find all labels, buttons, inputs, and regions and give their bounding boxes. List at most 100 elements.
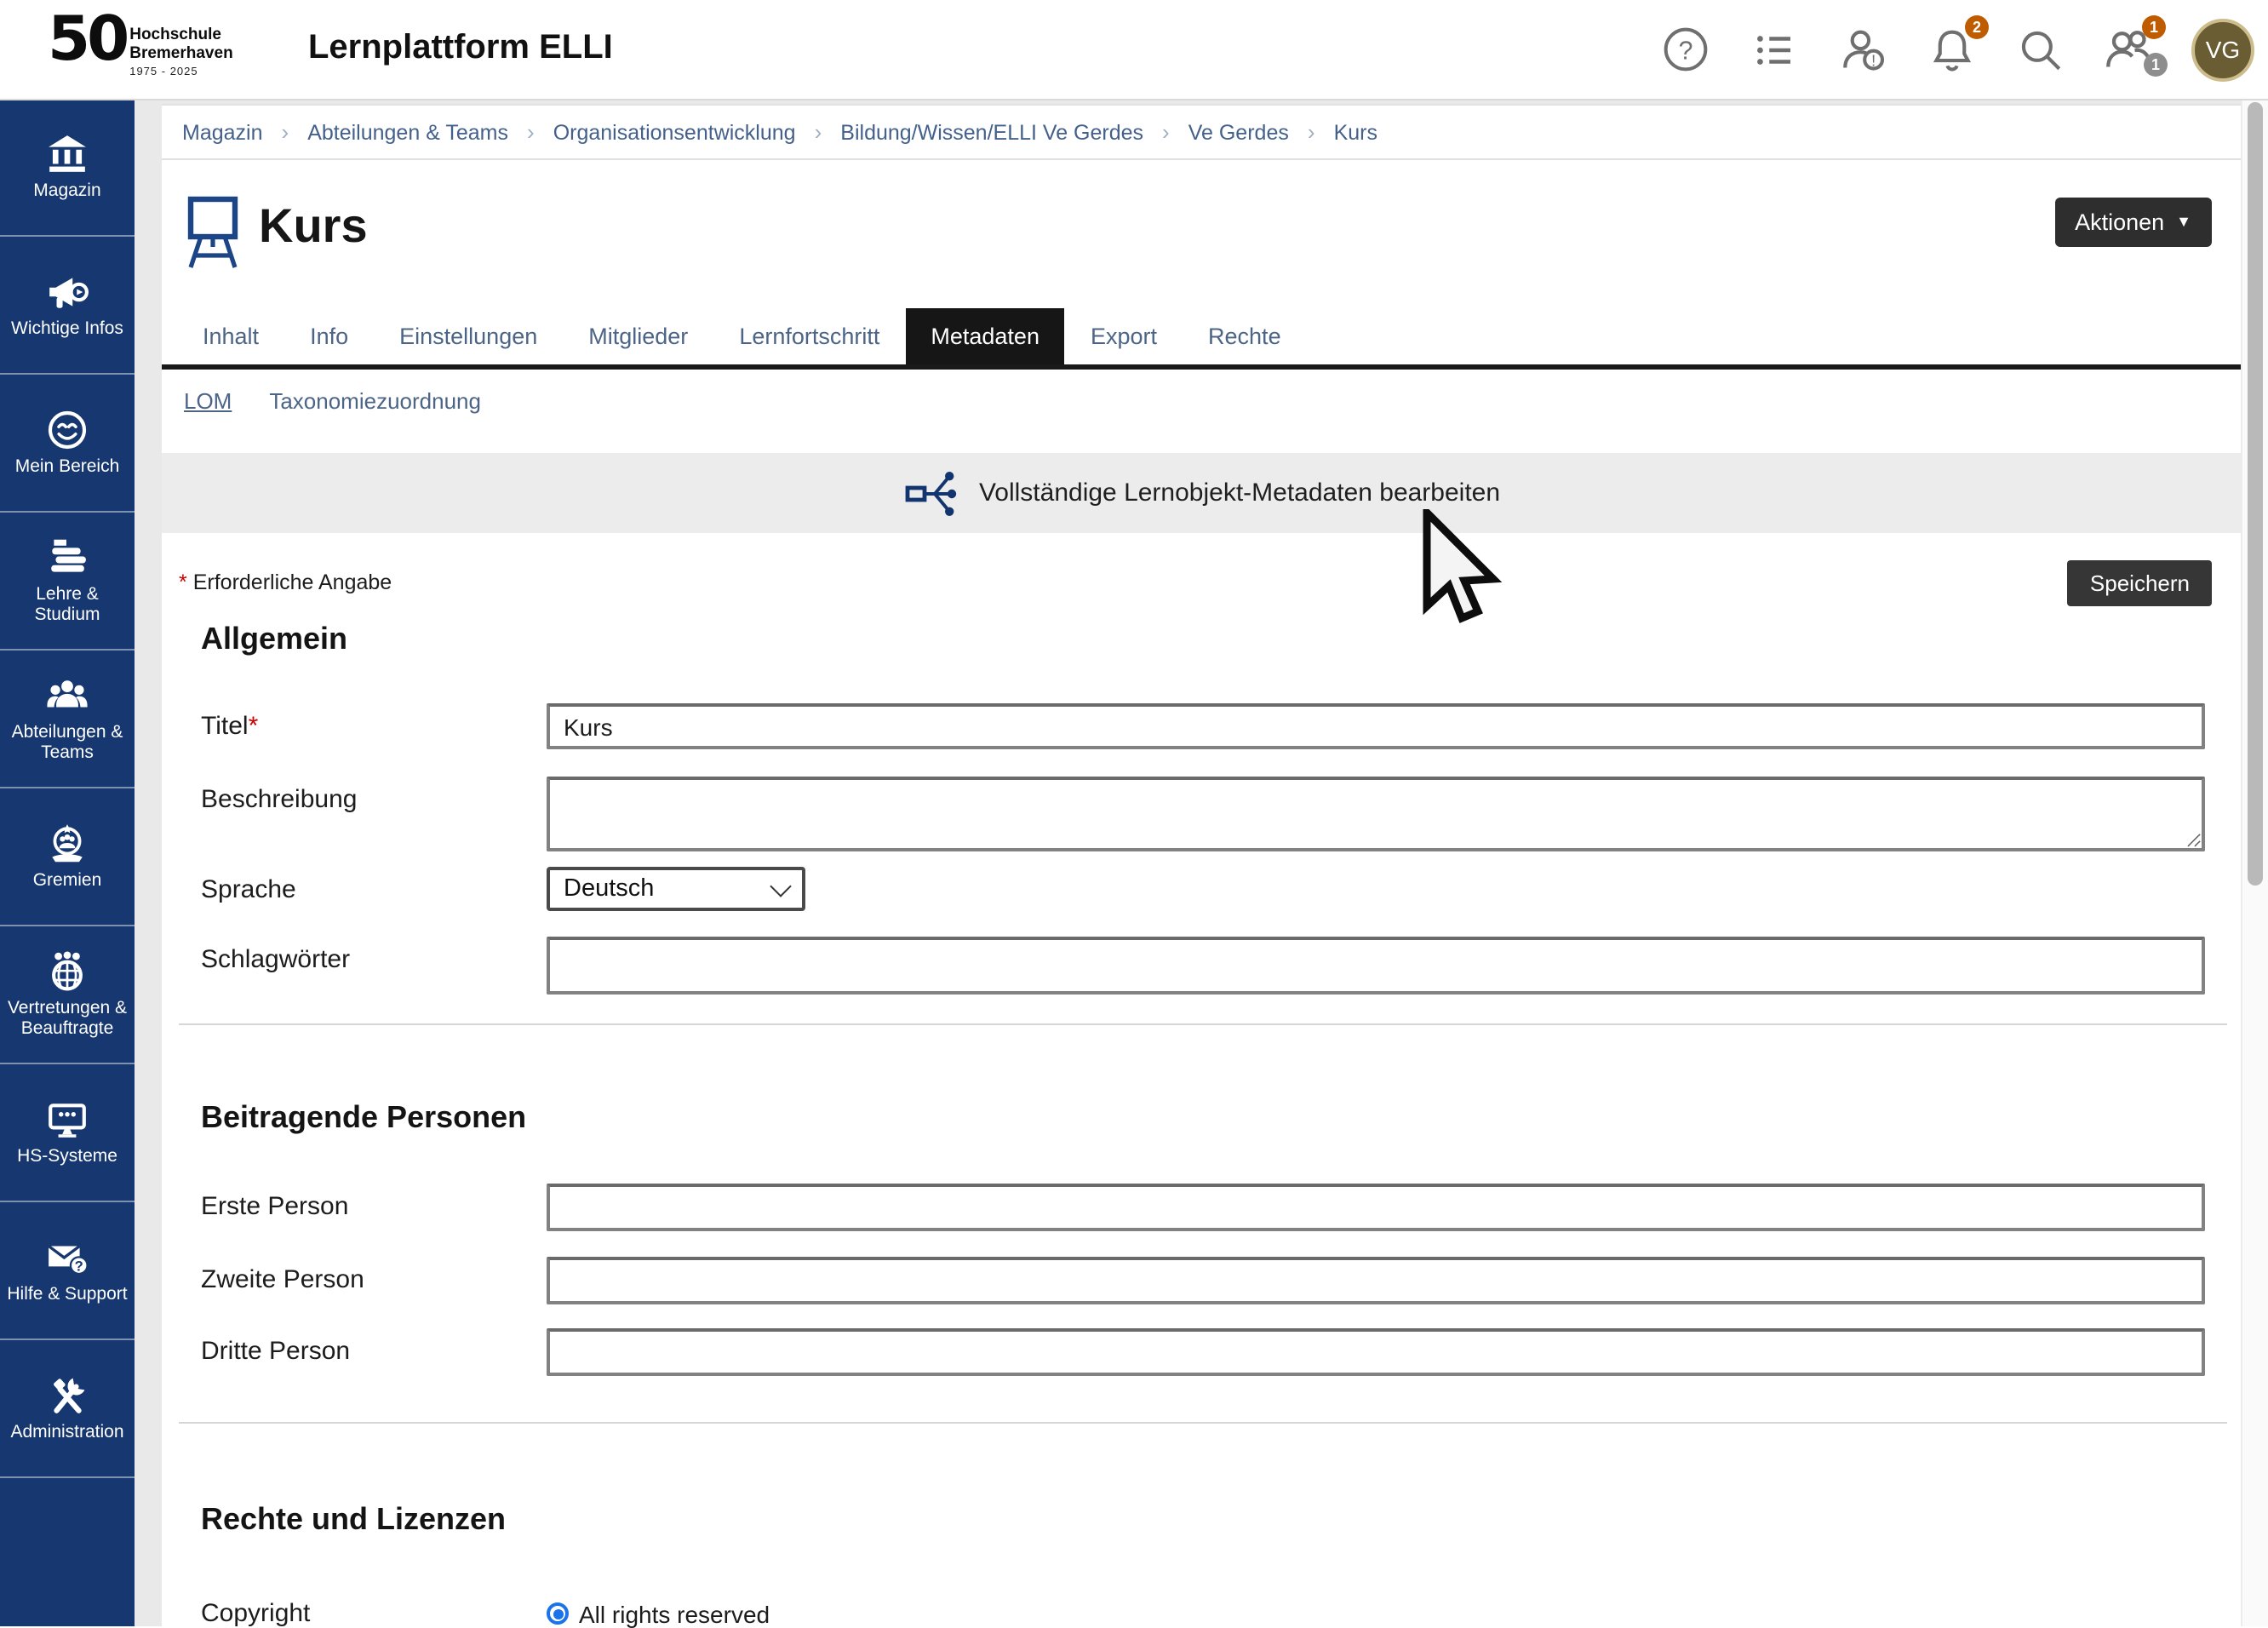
subtab-bar: LOM Taxonomiezuordnung <box>184 388 2242 414</box>
bank-icon <box>46 133 89 175</box>
contacts-badge-new: 1 <box>2142 15 2166 39</box>
subtab-taxonomiezuordnung[interactable]: Taxonomiezuordnung <box>269 388 481 414</box>
sidebar-item-administration[interactable]: Administration <box>0 1340 135 1478</box>
required-asterisk: * <box>249 712 259 741</box>
tab-mitglieder[interactable]: Mitglieder <box>563 308 713 364</box>
required-asterisk: * <box>179 570 187 594</box>
breadcrumb-separator: › <box>1162 119 1170 145</box>
breadcrumb-item[interactable]: Ve Gerdes <box>1188 120 1289 144</box>
metabar-list-button[interactable] <box>1749 24 1800 75</box>
tab-metadaten[interactable]: Metadaten <box>905 308 1065 364</box>
pending-requests-button[interactable]: ! <box>1837 24 1888 75</box>
tab-einstellungen[interactable]: Einstellungen <box>374 308 563 364</box>
app-header: 50 Hochschule Bremerhaven 1975 - 2025 Le… <box>0 0 2268 100</box>
section-heading-rechte: Rechte und Lizenzen <box>201 1502 2242 1538</box>
breadcrumb-item[interactable]: Abteilungen & Teams <box>307 120 508 144</box>
smiley-icon <box>46 409 89 451</box>
tab-rechte[interactable]: Rechte <box>1183 308 1307 364</box>
titel-label: Titel* <box>201 703 547 749</box>
page-title: Kurs <box>259 199 368 254</box>
notifications-button[interactable]: 2 <box>1926 24 1977 75</box>
vertical-scrollbar[interactable] <box>2241 99 2268 1626</box>
scrollbar-thumb[interactable] <box>2248 102 2263 886</box>
svg-text:?: ? <box>75 1258 83 1274</box>
search-icon <box>2015 25 2065 74</box>
required-note: * Erforderliche Angabe <box>179 570 392 594</box>
logo-50: 50 <box>48 10 126 72</box>
titel-input[interactable] <box>547 703 2205 749</box>
sidebar-item-hs-systeme[interactable]: HS-Systeme <box>0 1064 135 1202</box>
save-button[interactable]: Speichern <box>2068 560 2212 606</box>
books-icon <box>46 536 89 579</box>
beschreibung-label: Beschreibung <box>201 777 547 860</box>
contacts-button[interactable]: 1 1 <box>2103 24 2154 75</box>
breadcrumb-separator: › <box>282 119 289 145</box>
schlagwoerter-label: Schlagwörter <box>201 937 547 995</box>
help-icon: ? <box>1662 26 1710 73</box>
chevron-down-icon <box>770 874 791 896</box>
people-group-icon <box>46 674 89 717</box>
zweite-person-input[interactable] <box>547 1257 2205 1304</box>
tab-inhalt[interactable]: Inhalt <box>177 308 284 364</box>
sprache-selected-value: Deutsch <box>564 875 654 903</box>
chevron-down-icon: ▼ <box>2176 215 2191 230</box>
course-icon <box>179 192 247 271</box>
content-area: Magazin › Abteilungen & Teams › Organisa… <box>135 99 2268 1626</box>
committee-icon <box>46 823 89 865</box>
subtab-lom[interactable]: LOM <box>184 388 232 414</box>
breadcrumb-separator: › <box>815 119 822 145</box>
sidebar-item-hilfe-support[interactable]: ? Hilfe & Support <box>0 1202 135 1340</box>
breadcrumb-item[interactable]: Magazin <box>182 120 263 144</box>
copyright-radio-selected[interactable] <box>547 1602 569 1625</box>
user-alert-icon: ! <box>1838 25 1887 74</box>
sidebar-item-abteilungen-teams[interactable]: Abteilungen & Teams <box>0 651 135 788</box>
university-logo[interactable]: 50 Hochschule Bremerhaven 1975 - 2025 <box>48 10 233 78</box>
megaphone-icon <box>46 271 89 313</box>
copyright-radio-label: All rights reserved <box>579 1600 770 1627</box>
monitor-icon <box>46 1098 89 1141</box>
sprache-select[interactable]: Deutsch <box>547 867 805 911</box>
sidebar-item-magazin[interactable]: Magazin <box>0 99 135 237</box>
zweite-person-label: Zweite Person <box>201 1257 547 1304</box>
section-heading-allgemein: Allgemein <box>201 622 2242 657</box>
beschreibung-textarea[interactable] <box>547 777 2205 851</box>
mail-help-icon: ? <box>46 1236 89 1279</box>
erste-person-label: Erste Person <box>201 1184 547 1231</box>
sidebar-item-lehre-studium[interactable]: Abteilungen & Teams Lehre & Studium <box>0 513 135 651</box>
contacts-badge-count: 1 <box>2144 53 2168 77</box>
section-heading-beitragende: Beitragende Personen <box>201 1100 2242 1136</box>
avatar[interactable]: VG <box>2191 18 2254 81</box>
tab-lernfortschritt[interactable]: Lernfortschritt <box>713 308 905 364</box>
list-icon <box>1751 26 1797 72</box>
breadcrumb-item[interactable]: Kurs <box>1334 120 1377 144</box>
schlagwoerter-input[interactable] <box>547 937 2205 995</box>
section-divider <box>179 1023 2227 1025</box>
sidebar-item-vertretungen[interactable]: Vertretungen & Beauftragte <box>0 926 135 1064</box>
fork-metadata-icon <box>904 466 959 520</box>
breadcrumb-separator: › <box>1308 119 1315 145</box>
section-divider <box>179 1422 2227 1424</box>
tab-bar: Inhalt Info Einstellungen Mitglieder Ler… <box>162 308 2242 370</box>
banner-label: Vollständige Lernobjekt-Metadaten bearbe… <box>979 479 1500 507</box>
help-button[interactable]: ? <box>1660 24 1711 75</box>
logo-years: 1975 - 2025 <box>129 66 232 78</box>
sidebar-item-gremien[interactable]: Gremien <box>0 788 135 926</box>
breadcrumb: Magazin › Abteilungen & Teams › Organisa… <box>162 104 2242 160</box>
dritte-person-label: Dritte Person <box>201 1328 547 1376</box>
edit-full-metadata-banner[interactable]: Vollständige Lernobjekt-Metadaten bearbe… <box>162 453 2242 533</box>
erste-person-input[interactable] <box>547 1184 2205 1231</box>
globe-people-icon <box>46 950 89 993</box>
breadcrumb-item[interactable]: Bildung/Wissen/ELLI Ve Gerdes <box>840 120 1143 144</box>
notifications-badge: 2 <box>1965 15 1989 39</box>
logo-line1: Hochschule <box>129 27 232 45</box>
actions-button[interactable]: Aktionen ▼ <box>2054 198 2212 247</box>
breadcrumb-item[interactable]: Organisationsentwicklung <box>553 120 796 144</box>
app-title: Lernplattform ELLI <box>308 29 613 68</box>
search-button[interactable] <box>2014 24 2065 75</box>
dritte-person-input[interactable] <box>547 1328 2205 1376</box>
sidebar-item-wichtige-infos[interactable]: Wichtige Infos <box>0 237 135 375</box>
tools-icon <box>46 1374 89 1417</box>
sidebar-item-mein-bereich[interactable]: Mein Bereich <box>0 375 135 513</box>
tab-export[interactable]: Export <box>1065 308 1183 364</box>
tab-info[interactable]: Info <box>284 308 374 364</box>
